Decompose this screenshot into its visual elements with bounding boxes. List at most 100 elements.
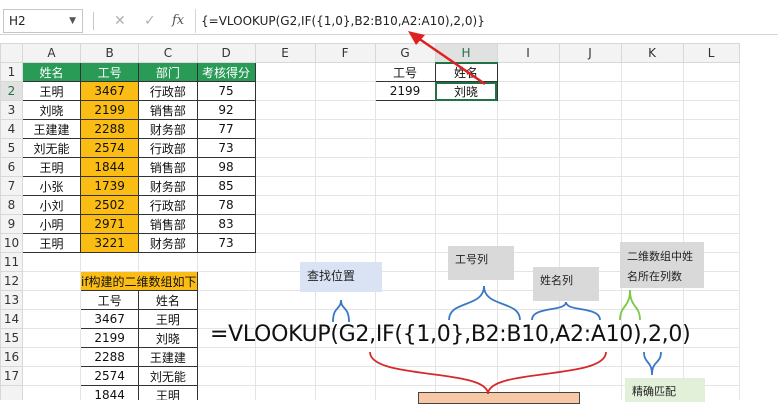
column-header-e[interactable]: E bbox=[254, 43, 316, 63]
table-cell[interactable]: 75 bbox=[196, 81, 256, 101]
row-header-12[interactable]: 12 bbox=[0, 271, 23, 291]
insert-function-icon[interactable]: fx bbox=[172, 9, 184, 33]
row-header-4[interactable]: 4 bbox=[0, 119, 23, 139]
table-cell[interactable]: 73 bbox=[196, 138, 256, 158]
main-header-cell[interactable]: 部门 bbox=[138, 62, 198, 82]
cell[interactable] bbox=[314, 62, 376, 82]
array-cell[interactable]: 王明 bbox=[138, 385, 198, 400]
main-header-cell[interactable]: 考核得分 bbox=[196, 62, 256, 82]
table-cell[interactable]: 2288 bbox=[79, 119, 140, 139]
cell[interactable] bbox=[558, 62, 622, 82]
table-cell[interactable]: 2574 bbox=[79, 138, 140, 158]
table-cell[interactable]: 王明 bbox=[22, 233, 81, 253]
lookup-header-cell[interactable]: 工号 bbox=[374, 62, 436, 82]
row-header-2[interactable]: 2 bbox=[0, 81, 23, 101]
column-header-d[interactable]: D bbox=[196, 43, 256, 63]
table-cell[interactable]: 83 bbox=[196, 214, 256, 234]
table-cell[interactable]: 刘晓 bbox=[22, 100, 81, 120]
cell[interactable] bbox=[558, 81, 622, 101]
table-cell[interactable]: 73 bbox=[196, 233, 256, 253]
table-cell[interactable]: 销售部 bbox=[138, 157, 198, 177]
table-cell[interactable]: 行政部 bbox=[138, 195, 198, 215]
array-cell[interactable]: 2288 bbox=[79, 347, 140, 367]
array-cell[interactable]: 2574 bbox=[79, 366, 140, 386]
row-header-14[interactable]: 14 bbox=[0, 309, 23, 329]
table-cell[interactable]: 销售部 bbox=[138, 214, 198, 234]
table-cell[interactable]: 98 bbox=[196, 157, 256, 177]
row-header-5[interactable]: 5 bbox=[0, 138, 23, 158]
array-cell[interactable]: 王建建 bbox=[138, 347, 198, 367]
cell[interactable] bbox=[620, 62, 684, 82]
column-header-k[interactable]: K bbox=[620, 43, 684, 63]
array-header-cell[interactable]: 工号 bbox=[79, 290, 140, 310]
column-header-a[interactable]: A bbox=[22, 43, 81, 63]
cell[interactable] bbox=[682, 81, 740, 101]
array-cell[interactable]: 王明 bbox=[138, 309, 198, 329]
table-cell[interactable]: 小明 bbox=[22, 214, 81, 234]
cell[interactable] bbox=[254, 81, 316, 101]
lookup-id-cell[interactable]: 2199 bbox=[374, 81, 436, 101]
cell[interactable] bbox=[682, 62, 740, 82]
column-header-g[interactable]: G bbox=[374, 43, 436, 63]
row-header-6[interactable]: 6 bbox=[0, 157, 23, 177]
array-table-title[interactable]: if构建的二维数组如下 bbox=[80, 271, 198, 291]
table-cell[interactable]: 财务部 bbox=[138, 233, 198, 253]
lookup-header-cell[interactable]: 姓名 bbox=[434, 62, 498, 82]
table-cell[interactable]: 销售部 bbox=[138, 100, 198, 120]
column-header-i[interactable]: I bbox=[496, 43, 560, 63]
table-cell[interactable]: 王明 bbox=[22, 157, 81, 177]
column-header-c[interactable]: C bbox=[138, 43, 198, 63]
table-cell[interactable]: 1844 bbox=[79, 157, 140, 177]
table-cell[interactable]: 3467 bbox=[79, 81, 140, 101]
cancel-icon[interactable]: ✕ bbox=[114, 9, 126, 33]
enter-icon[interactable]: ✓ bbox=[144, 9, 156, 33]
row-header-15[interactable]: 15 bbox=[0, 328, 23, 348]
table-cell[interactable]: 92 bbox=[196, 100, 256, 120]
row-header-17[interactable]: 17 bbox=[0, 366, 23, 386]
cell[interactable] bbox=[496, 81, 560, 101]
row-header-16[interactable]: 16 bbox=[0, 347, 23, 367]
row-header-7[interactable]: 7 bbox=[0, 176, 23, 196]
table-cell[interactable]: 85 bbox=[196, 176, 256, 196]
table-cell[interactable]: 王建建 bbox=[22, 119, 81, 139]
table-cell[interactable]: 3221 bbox=[79, 233, 140, 253]
formula-input[interactable]: {=VLOOKUP(G2,IF({1,0},B2:B10,A2:A10),2,0… bbox=[195, 9, 778, 33]
row-header-9[interactable]: 9 bbox=[0, 214, 23, 234]
array-cell[interactable]: 3467 bbox=[79, 309, 140, 329]
cell[interactable] bbox=[496, 62, 560, 82]
chevron-down-icon[interactable]: ▼ bbox=[69, 10, 76, 32]
table-cell[interactable]: 2502 bbox=[79, 195, 140, 215]
table-cell[interactable]: 财务部 bbox=[138, 119, 198, 139]
main-header-cell[interactable]: 工号 bbox=[79, 62, 140, 82]
cell[interactable] bbox=[314, 81, 376, 101]
table-cell[interactable]: 刘无能 bbox=[22, 138, 81, 158]
column-header-h[interactable]: H bbox=[434, 43, 498, 64]
cell[interactable] bbox=[620, 81, 684, 101]
cell[interactable] bbox=[254, 62, 316, 82]
main-header-cell[interactable]: 姓名 bbox=[22, 62, 81, 82]
row-header-10[interactable]: 10 bbox=[0, 233, 23, 253]
array-header-cell[interactable]: 姓名 bbox=[138, 290, 198, 310]
row-header-13[interactable]: 13 bbox=[0, 290, 23, 310]
table-cell[interactable]: 2971 bbox=[79, 214, 140, 234]
select-all-corner[interactable] bbox=[0, 43, 23, 63]
column-header-f[interactable]: F bbox=[314, 43, 376, 63]
table-cell[interactable]: 77 bbox=[196, 119, 256, 139]
row-header-11[interactable]: 11 bbox=[0, 252, 23, 272]
lookup-result-cell[interactable]: 刘晓 bbox=[434, 81, 498, 101]
column-header-l[interactable]: L bbox=[682, 43, 740, 63]
row-header-18[interactable] bbox=[0, 385, 23, 400]
row-header-1[interactable]: 1 bbox=[0, 62, 23, 82]
table-cell[interactable]: 78 bbox=[196, 195, 256, 215]
table-cell[interactable]: 王明 bbox=[22, 81, 81, 101]
table-cell[interactable]: 财务部 bbox=[138, 176, 198, 196]
column-header-b[interactable]: B bbox=[79, 43, 140, 63]
row-header-3[interactable]: 3 bbox=[0, 100, 23, 120]
table-cell[interactable]: 小张 bbox=[22, 176, 81, 196]
name-box[interactable]: H2 ▼ bbox=[3, 9, 83, 33]
table-cell[interactable]: 1739 bbox=[79, 176, 140, 196]
table-cell[interactable]: 行政部 bbox=[138, 138, 198, 158]
column-header-j[interactable]: J bbox=[558, 43, 622, 63]
array-cell[interactable]: 2199 bbox=[79, 328, 140, 348]
table-cell[interactable]: 行政部 bbox=[138, 81, 198, 101]
